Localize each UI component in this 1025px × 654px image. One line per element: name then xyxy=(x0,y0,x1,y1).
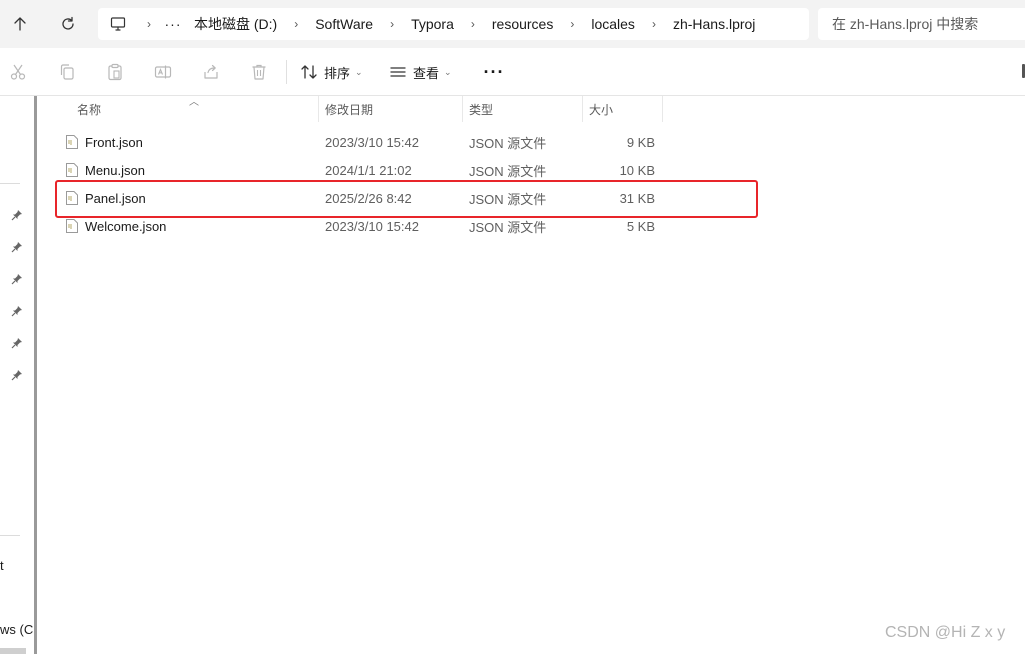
pin-icon xyxy=(11,338,22,349)
pin-icon xyxy=(11,210,22,221)
rename-icon xyxy=(154,65,172,79)
file-type: JSON 源文件 xyxy=(469,135,547,151)
copy-button[interactable] xyxy=(57,62,77,82)
delete-button[interactable] xyxy=(249,62,269,82)
address-toolbar: › ··· 本地磁盘 (D:) › SoftWare › Typora › re… xyxy=(0,0,1025,48)
trash-icon xyxy=(252,64,266,80)
json-file-icon xyxy=(66,135,78,149)
sort-label: 排序 xyxy=(324,65,351,81)
arrow-up-icon xyxy=(14,17,26,31)
chevron-down-icon: ⌄ xyxy=(444,66,452,77)
view-menu-button[interactable]: 查看 ⌄ xyxy=(389,60,452,84)
scissors-icon xyxy=(10,64,26,80)
pane-splitter[interactable] xyxy=(34,96,37,654)
sort-menu-button[interactable]: 排序 ⌄ xyxy=(300,60,363,84)
address-bar[interactable]: › ··· 本地磁盘 (D:) › SoftWare › Typora › re… xyxy=(98,8,809,40)
nav-divider xyxy=(0,183,20,184)
share-button[interactable] xyxy=(201,62,221,82)
rename-button[interactable] xyxy=(153,62,173,82)
search-input[interactable]: 在 zh-Hans.lproj 中搜索 xyxy=(818,8,1025,40)
pin-icon xyxy=(11,370,22,381)
breadcrumb-separator[interactable]: › xyxy=(561,17,583,31)
breadcrumb-separator[interactable]: › xyxy=(462,17,484,31)
sort-icon xyxy=(301,65,317,79)
breadcrumb-separator[interactable]: › xyxy=(138,17,160,31)
up-button[interactable] xyxy=(4,8,36,40)
pin-icon xyxy=(11,274,22,285)
nav-item-windows-drive[interactable]: ws (C xyxy=(0,622,33,637)
paste-icon xyxy=(108,63,122,81)
paste-button[interactable] xyxy=(105,62,125,82)
pin-icon xyxy=(11,306,22,317)
refresh-icon xyxy=(62,16,74,30)
breadcrumb-software[interactable]: SoftWare xyxy=(307,16,381,32)
more-options-button[interactable]: ··· xyxy=(482,60,506,84)
nav-divider xyxy=(0,535,20,536)
breadcrumb-separator[interactable]: › xyxy=(643,17,665,31)
quick-access-item-1[interactable] xyxy=(11,209,23,221)
command-divider xyxy=(286,60,287,84)
json-file-icon xyxy=(66,163,78,177)
quick-access-item-2[interactable] xyxy=(11,241,23,253)
quick-access-item-6[interactable] xyxy=(11,369,23,381)
highlight-annotation-box xyxy=(55,180,758,218)
cut-button[interactable] xyxy=(8,62,28,82)
column-header-type[interactable]: 类型 xyxy=(463,96,583,122)
watermark-text: CSDN @Hi Z x y xyxy=(885,624,1006,641)
navigation-pane[interactable]: t ws (C xyxy=(0,96,38,654)
breadcrumb-zh-hans[interactable]: zh-Hans.lproj xyxy=(665,16,763,32)
json-file-icon xyxy=(66,219,78,233)
pin-icon xyxy=(11,242,22,253)
file-size: 9 KB xyxy=(626,134,655,150)
quick-access-item-5[interactable] xyxy=(11,337,23,349)
breadcrumb-drive-d[interactable]: 本地磁盘 (D:) xyxy=(186,14,285,34)
command-bar: 排序 ⌄ 查看 ⌄ ··· xyxy=(0,48,1025,96)
nav-item-truncated[interactable]: t xyxy=(0,558,4,573)
quick-access-item-3[interactable] xyxy=(11,273,23,285)
column-header-size[interactable]: 大小 xyxy=(583,96,663,122)
breadcrumb-more[interactable]: ··· xyxy=(160,16,186,32)
breadcrumb-typora[interactable]: Typora xyxy=(403,16,462,32)
nav-scroll-strip xyxy=(0,648,26,654)
quick-access-item-4[interactable] xyxy=(11,305,23,317)
monitor-icon xyxy=(110,17,126,31)
column-header-date[interactable]: 修改日期 xyxy=(319,96,463,122)
breadcrumb-separator[interactable]: › xyxy=(285,17,307,31)
this-pc-button[interactable] xyxy=(98,8,138,40)
column-header-name[interactable]: 名称 xyxy=(71,96,319,122)
copy-icon xyxy=(60,64,74,80)
view-label: 查看 xyxy=(413,65,440,81)
chevron-down-icon: ⌄ xyxy=(355,66,363,77)
file-name: Front.json xyxy=(85,134,143,150)
share-icon xyxy=(204,64,218,79)
file-row[interactable]: Front.json 2023/3/10 15:42 JSON 源文件 9 KB xyxy=(56,128,756,156)
breadcrumb-locales[interactable]: locales xyxy=(583,16,643,32)
file-date: 2023/3/10 15:42 xyxy=(325,134,419,150)
view-list-icon xyxy=(390,67,406,77)
breadcrumb-resources[interactable]: resources xyxy=(484,16,561,32)
breadcrumb-separator[interactable]: › xyxy=(381,17,403,31)
refresh-button[interactable] xyxy=(52,8,84,40)
